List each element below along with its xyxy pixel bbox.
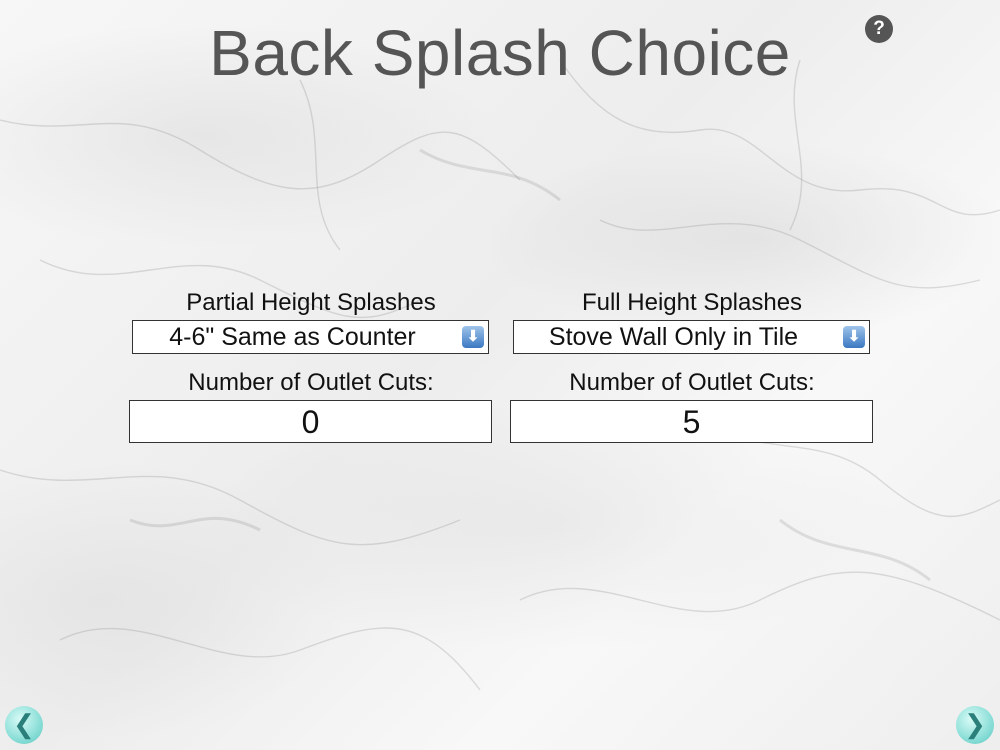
full-height-select[interactable]: Stove Wall Only in Tile ⬇ xyxy=(513,320,870,354)
partial-height-select[interactable]: 4-6" Same as Counter ⬇ xyxy=(132,320,489,354)
full-outlet-field[interactable]: 5 xyxy=(510,400,873,443)
chevron-right-icon: ❯ xyxy=(964,709,986,739)
partial-height-selected-value: 4-6" Same as Counter xyxy=(169,323,416,351)
partial-outlet-field[interactable]: 0 xyxy=(129,400,492,443)
partial-outlet-label: Number of Outlet Cuts: xyxy=(188,369,434,396)
back-button[interactable]: ❮ xyxy=(5,706,43,744)
arrow-down-icon: ⬇ xyxy=(843,326,865,348)
help-icon[interactable]: ? xyxy=(865,15,893,43)
page-title: Back Splash Choice xyxy=(209,17,791,89)
chevron-left-icon: ❮ xyxy=(13,709,35,739)
full-height-label: Full Height Splashes xyxy=(581,289,803,316)
full-outlet-label: Number of Outlet Cuts: xyxy=(569,369,815,396)
arrow-down-icon: ⬇ xyxy=(462,326,484,348)
full-height-selected-value: Stove Wall Only in Tile xyxy=(548,323,799,351)
partial-height-label: Partial Height Splashes xyxy=(186,289,436,316)
next-button[interactable]: ❯ xyxy=(956,706,994,744)
